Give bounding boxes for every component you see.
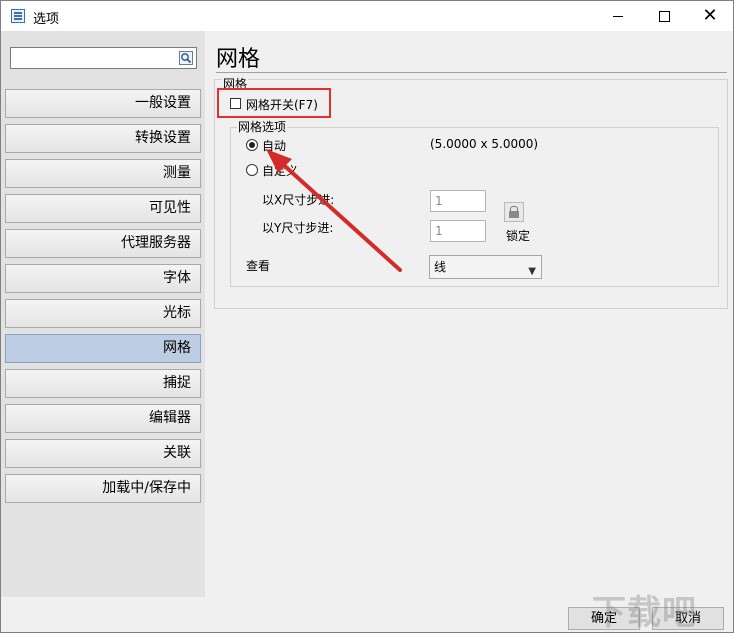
minimize-button[interactable] (595, 1, 641, 31)
sidebar: 一般设置 转换设置 测量 可见性 代理服务器 字体 光标 网格 捕捉 编辑器 关… (1, 31, 205, 597)
title-bar: 选项 ✕ (1, 1, 733, 31)
search-icon[interactable] (179, 51, 193, 65)
watermark: 下载吧 (592, 593, 697, 633)
sidebar-item-grid[interactable]: 网格 (5, 334, 201, 363)
search-input[interactable] (10, 47, 197, 69)
annotation-highlight-box (217, 88, 331, 118)
x-step-input[interactable]: 1 (430, 190, 486, 212)
sidebar-item-load-save[interactable]: 加载中/保存中 (5, 474, 201, 503)
close-button[interactable]: ✕ (687, 1, 733, 31)
maximize-button[interactable] (641, 1, 687, 31)
custom-radio[interactable] (246, 164, 258, 176)
app-icon (11, 9, 25, 23)
custom-label: 自定义 (262, 164, 299, 178)
sidebar-item-measure[interactable]: 测量 (5, 159, 201, 188)
window-title: 选项 (33, 12, 60, 27)
title-divider (216, 72, 727, 73)
x-step-label: 以X尺寸步进: (262, 193, 335, 207)
close-icon: ✕ (702, 5, 718, 26)
view-select[interactable]: 线 ▼ (429, 255, 542, 279)
sidebar-item-snap[interactable]: 捕捉 (5, 369, 201, 398)
view-label: 查看 (246, 259, 271, 273)
auto-radio[interactable] (246, 139, 258, 151)
auto-label: 自动 (262, 139, 287, 153)
sidebar-item-editor[interactable]: 编辑器 (5, 404, 201, 433)
y-step-input[interactable]: 1 (430, 220, 486, 242)
y-step-label: 以Y尺寸步进: (262, 221, 334, 235)
lock-icon[interactable] (504, 202, 524, 222)
auto-value: (5.0000 x 5.0000) (430, 137, 539, 151)
grid-options-label: 网格选项 (237, 120, 288, 134)
sidebar-item-font[interactable]: 字体 (5, 264, 201, 293)
maximize-icon (658, 11, 670, 22)
chevron-down-icon: ▼ (528, 266, 536, 277)
sidebar-item-general[interactable]: 一般设置 (5, 89, 201, 118)
sidebar-item-conversion[interactable]: 转换设置 (5, 124, 201, 153)
sidebar-item-visibility[interactable]: 可见性 (5, 194, 201, 223)
sidebar-item-cursor[interactable]: 光标 (5, 299, 201, 328)
options-window: 选项 ✕ 一般设置 转换设置 测量 可见性 代理服务器 字体 光标 网格 捕捉 … (0, 0, 734, 633)
sidebar-item-proxy[interactable]: 代理服务器 (5, 229, 201, 258)
page-title: 网格 (216, 47, 261, 72)
minimize-icon (613, 16, 623, 17)
view-select-value: 线 (434, 260, 447, 274)
lock-label: 锁定 (506, 229, 531, 243)
sidebar-item-association[interactable]: 关联 (5, 439, 201, 468)
